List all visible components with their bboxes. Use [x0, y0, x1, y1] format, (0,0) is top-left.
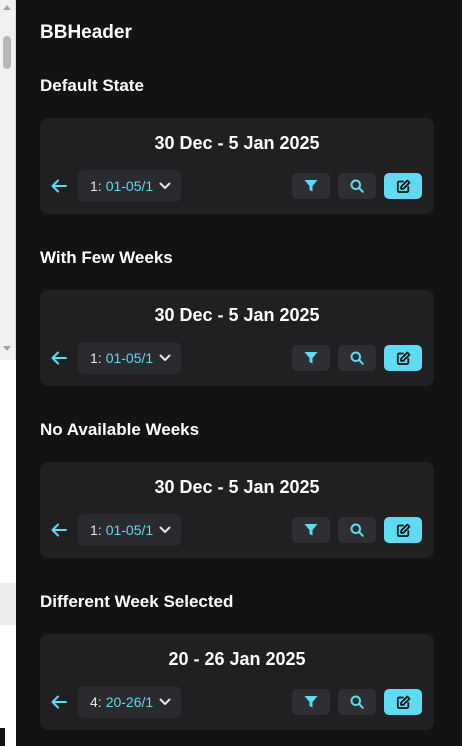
filter-icon: [304, 696, 318, 708]
search-button[interactable]: [338, 345, 376, 371]
bb-header-card: 30 Dec - 5 Jan 2025 1: 01-05/1: [40, 290, 434, 386]
section-title: No Available Weeks: [40, 420, 200, 439]
week-number: 1:: [90, 178, 102, 194]
week-range: 01-05/1: [105, 522, 154, 538]
search-icon: [350, 351, 364, 365]
week-range: 01-05/1: [105, 350, 154, 366]
arrow-left-icon: [51, 351, 67, 365]
arrow-left-icon: [51, 523, 67, 537]
edit-button[interactable]: [384, 517, 422, 543]
scroll-up-icon[interactable]: [3, 5, 11, 10]
filter-icon: [304, 352, 318, 364]
week-range: 01-05/1: [105, 178, 154, 194]
edit-icon: [396, 523, 410, 537]
back-button[interactable]: [48, 516, 70, 544]
edit-icon: [396, 179, 410, 193]
scroll-thumb[interactable]: [3, 36, 11, 69]
filter-icon: [304, 180, 318, 192]
scroll-down-icon[interactable]: [3, 346, 11, 351]
filter-button[interactable]: [292, 517, 330, 543]
scrollbar[interactable]: [0, 0, 16, 360]
search-button[interactable]: [338, 517, 376, 543]
date-range-label: 20 - 26 Jan 2025: [168, 649, 306, 669]
search-icon: [350, 695, 364, 709]
section-title: With Few Weeks: [40, 248, 173, 267]
filter-button[interactable]: [292, 345, 330, 371]
week-select[interactable]: 1: 01-05/1: [78, 342, 182, 374]
left-panel-marker: [0, 728, 5, 746]
section-default-state: Default State 30 Dec - 5 Jan 2025 1: 01-…: [40, 76, 434, 214]
back-button[interactable]: [48, 688, 70, 716]
date-range-label: 30 Dec - 5 Jan 2025: [154, 477, 320, 497]
chevron-down-icon: [159, 526, 171, 534]
left-panel-row: [0, 583, 16, 625]
edit-icon: [396, 695, 410, 709]
edit-button[interactable]: [384, 345, 422, 371]
week-number: 1:: [90, 522, 102, 538]
section-title: Different Week Selected: [40, 592, 234, 611]
week-range: 20-26/1: [105, 694, 154, 710]
date-range-label: 30 Dec - 5 Jan 2025: [154, 133, 320, 153]
left-browser-chrome: [0, 0, 16, 746]
back-button[interactable]: [48, 344, 70, 372]
arrow-left-icon: [51, 695, 67, 709]
edit-icon: [396, 351, 410, 365]
search-button[interactable]: [338, 689, 376, 715]
page-title: BBHeader: [40, 22, 132, 43]
filter-icon: [304, 524, 318, 536]
section-no-available-weeks: No Available Weeks 30 Dec - 5 Jan 2025 1…: [40, 420, 434, 558]
search-icon: [350, 523, 364, 537]
week-number: 4:: [90, 694, 102, 710]
edit-button[interactable]: [384, 173, 422, 199]
date-range-label: 30 Dec - 5 Jan 2025: [154, 305, 320, 325]
section-different-week: Different Week Selected 20 - 26 Jan 2025…: [40, 592, 434, 730]
section-few-weeks: With Few Weeks 30 Dec - 5 Jan 2025 1: 01…: [40, 248, 434, 386]
storybook-canvas: BBHeader Default State 30 Dec - 5 Jan 20…: [16, 0, 462, 746]
search-icon: [350, 179, 364, 193]
search-button[interactable]: [338, 173, 376, 199]
week-number: 1:: [90, 350, 102, 366]
bb-header-card: 30 Dec - 5 Jan 2025 1: 01-05/1: [40, 462, 434, 558]
week-select[interactable]: 1: 01-05/1: [78, 514, 182, 546]
bb-header-card: 20 - 26 Jan 2025 4: 20-26/1: [40, 634, 434, 730]
bb-header-card: 30 Dec - 5 Jan 2025 1: 01-05/1: [40, 118, 434, 214]
filter-button[interactable]: [292, 173, 330, 199]
chevron-down-icon: [159, 182, 171, 190]
week-select[interactable]: 4: 20-26/1: [78, 686, 182, 718]
week-select[interactable]: 1: 01-05/1: [78, 170, 182, 202]
arrow-left-icon: [51, 179, 67, 193]
chevron-down-icon: [159, 354, 171, 362]
filter-button[interactable]: [292, 689, 330, 715]
edit-button[interactable]: [384, 689, 422, 715]
section-title: Default State: [40, 76, 144, 95]
back-button[interactable]: [48, 172, 70, 200]
chevron-down-icon: [159, 698, 171, 706]
